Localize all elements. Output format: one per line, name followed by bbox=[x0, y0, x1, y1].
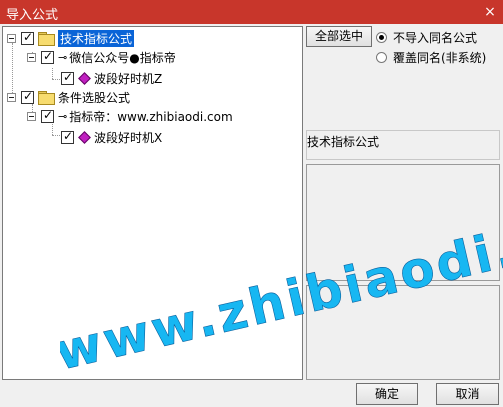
tree-connector bbox=[52, 68, 53, 79]
tree-node-label: 波段好时机Z bbox=[94, 71, 163, 86]
selected-category-label: 技术指标公式 bbox=[307, 135, 380, 149]
tree-node-zhibiaodi-site[interactable]: ⊸ 指标帝：www.zhibiaodi.com bbox=[27, 107, 233, 125]
tree-node-label: 条件选股公式 bbox=[58, 90, 131, 105]
tree-connector bbox=[52, 124, 53, 135]
tree-node-technical-formulas[interactable]: 技术指标公式 bbox=[7, 29, 135, 47]
tree-node-label: 指标帝：www.zhibiaodi.com bbox=[69, 109, 233, 124]
select-all-button[interactable]: 全部选中 bbox=[306, 26, 372, 47]
ok-button[interactable]: 确定 bbox=[356, 383, 418, 405]
checkbox-condition-formulas[interactable] bbox=[21, 89, 34, 104]
checkbox-wechat-account[interactable] bbox=[41, 49, 54, 64]
formula-tree[interactable]: 技术指标公式 ⊸ 微信公众号●指标帝 波段好时机Z 条件选股公式 ⊸ 指标帝：w… bbox=[2, 26, 303, 380]
formula-description-box bbox=[306, 164, 500, 281]
formula-detail-box bbox=[306, 285, 500, 380]
key-icon: ⊸ bbox=[58, 109, 67, 123]
cancel-button[interactable]: 取消 bbox=[436, 383, 499, 405]
tree-node-label: 技术指标公式 bbox=[58, 29, 135, 47]
tree-node-formula-x[interactable]: 波段好时机X bbox=[61, 128, 162, 146]
checkbox-formula-x[interactable] bbox=[61, 129, 74, 144]
title-bar: 导入公式 × bbox=[0, 0, 503, 24]
tree-node-condition-formulas[interactable]: 条件选股公式 bbox=[7, 88, 130, 106]
tree-connector bbox=[52, 135, 60, 136]
checkbox-formula-z[interactable] bbox=[61, 70, 74, 85]
tree-connector bbox=[52, 79, 60, 80]
folder-icon bbox=[38, 32, 55, 46]
collapse-icon[interactable] bbox=[7, 33, 16, 43]
close-icon[interactable]: × bbox=[477, 0, 503, 24]
radio-label: 覆盖同名(非系统) bbox=[393, 51, 487, 65]
tree-node-label: 波段好时机X bbox=[94, 130, 163, 145]
tree-node-label: 微信公众号●指标帝 bbox=[69, 50, 176, 65]
radio-button[interactable] bbox=[376, 32, 387, 43]
folder-icon bbox=[38, 91, 55, 105]
radio-button[interactable] bbox=[376, 52, 387, 63]
tree-node-wechat-account[interactable]: ⊸ 微信公众号●指标帝 bbox=[27, 48, 176, 66]
checkbox-technical-formulas[interactable] bbox=[21, 30, 34, 45]
collapse-icon[interactable] bbox=[27, 111, 36, 121]
radio-overwrite-same-name[interactable]: 覆盖同名(非系统) bbox=[376, 49, 486, 66]
window-title: 导入公式 bbox=[6, 8, 59, 23]
tree-node-formula-z[interactable]: 波段好时机Z bbox=[61, 69, 162, 87]
selected-category-field: 技术指标公式 bbox=[306, 130, 500, 160]
formula-gem-icon bbox=[78, 71, 91, 85]
radio-no-import-same-name[interactable]: 不导入同名公式 bbox=[376, 29, 477, 46]
checkbox-zhibiaodi-site[interactable] bbox=[41, 108, 54, 123]
collapse-icon[interactable] bbox=[7, 92, 16, 102]
radio-label: 不导入同名公式 bbox=[393, 31, 478, 45]
key-icon: ⊸ bbox=[58, 50, 67, 64]
formula-gem-icon bbox=[78, 130, 91, 144]
collapse-icon[interactable] bbox=[27, 52, 36, 62]
